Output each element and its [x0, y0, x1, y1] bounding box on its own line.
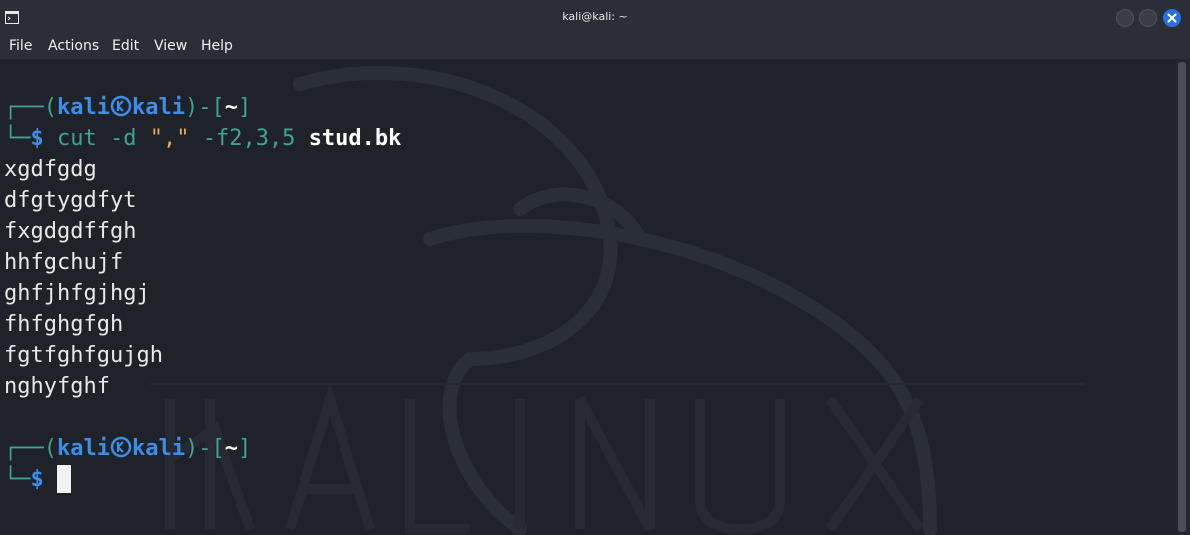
maximize-button[interactable] — [1139, 9, 1157, 27]
minimize-button[interactable] — [1116, 9, 1134, 27]
output-line: fgtfghfgujgh — [4, 343, 163, 368]
prompt-host: kali — [131, 436, 185, 461]
text-cursor — [57, 465, 71, 493]
menu-file[interactable]: File — [9, 38, 32, 54]
vertical-scrollbar[interactable] — [1176, 59, 1190, 535]
title-bar[interactable]: kali@kali: ~ — [0, 0, 1190, 35]
menu-view[interactable]: View — [154, 38, 187, 54]
close-icon — [1167, 13, 1177, 23]
kali-at-icon — [110, 95, 132, 117]
terminal-output-area[interactable]: ┌──(kali kali)-[~] └─$ cut -d "," -f2,3,5… — [0, 59, 1176, 535]
command-fields: -f2,3,5 — [189, 126, 309, 151]
output-line: ghfjhfgjhgj — [4, 281, 150, 306]
command-file: stud.bk — [308, 126, 402, 151]
prompt-host: kali — [131, 95, 185, 120]
terminal-window: kali@kali: ~ File Actions Edit View Help — [0, 0, 1190, 535]
menu-edit[interactable]: Edit — [112, 38, 139, 54]
scrollbar-thumb[interactable] — [1178, 62, 1186, 532]
prompt-dollar: $ — [30, 126, 44, 151]
close-button[interactable] — [1163, 9, 1181, 27]
prompt-cwd: ~ — [224, 95, 238, 120]
prompt-line-command: └─$ cut -d "," -f2,3,5 stud.bk — [4, 126, 402, 151]
prompt-cwd: ~ — [224, 436, 238, 461]
output-line: fxgdgdffgh — [4, 219, 137, 244]
prompt-line-input[interactable]: └─$ — [4, 464, 71, 495]
menu-help[interactable]: Help — [201, 38, 233, 54]
output-line: hhfgchujf — [4, 250, 124, 275]
command-delimiter: "," — [149, 126, 190, 151]
prompt-line-top: ┌──(kali kali)-[~] — [4, 436, 252, 461]
prompt-line-top: ┌──(kali kali)-[~] — [4, 95, 252, 120]
output-line: xgdfgdg — [4, 157, 97, 182]
prompt-dollar: $ — [30, 467, 44, 492]
output-line: fhfghgfgh — [4, 312, 124, 337]
output-line: dfgtygdfyt — [4, 188, 137, 213]
prompt-user: kali — [56, 436, 110, 461]
menu-bar: File Actions Edit View Help — [0, 35, 1190, 59]
menu-actions[interactable]: Actions — [48, 38, 99, 54]
output-line: nghyfghf — [4, 374, 110, 399]
window-title: kali@kali: ~ — [562, 10, 628, 23]
prompt-user: kali — [56, 95, 110, 120]
kali-at-icon — [110, 436, 132, 458]
command-text: cut -d — [57, 126, 150, 151]
